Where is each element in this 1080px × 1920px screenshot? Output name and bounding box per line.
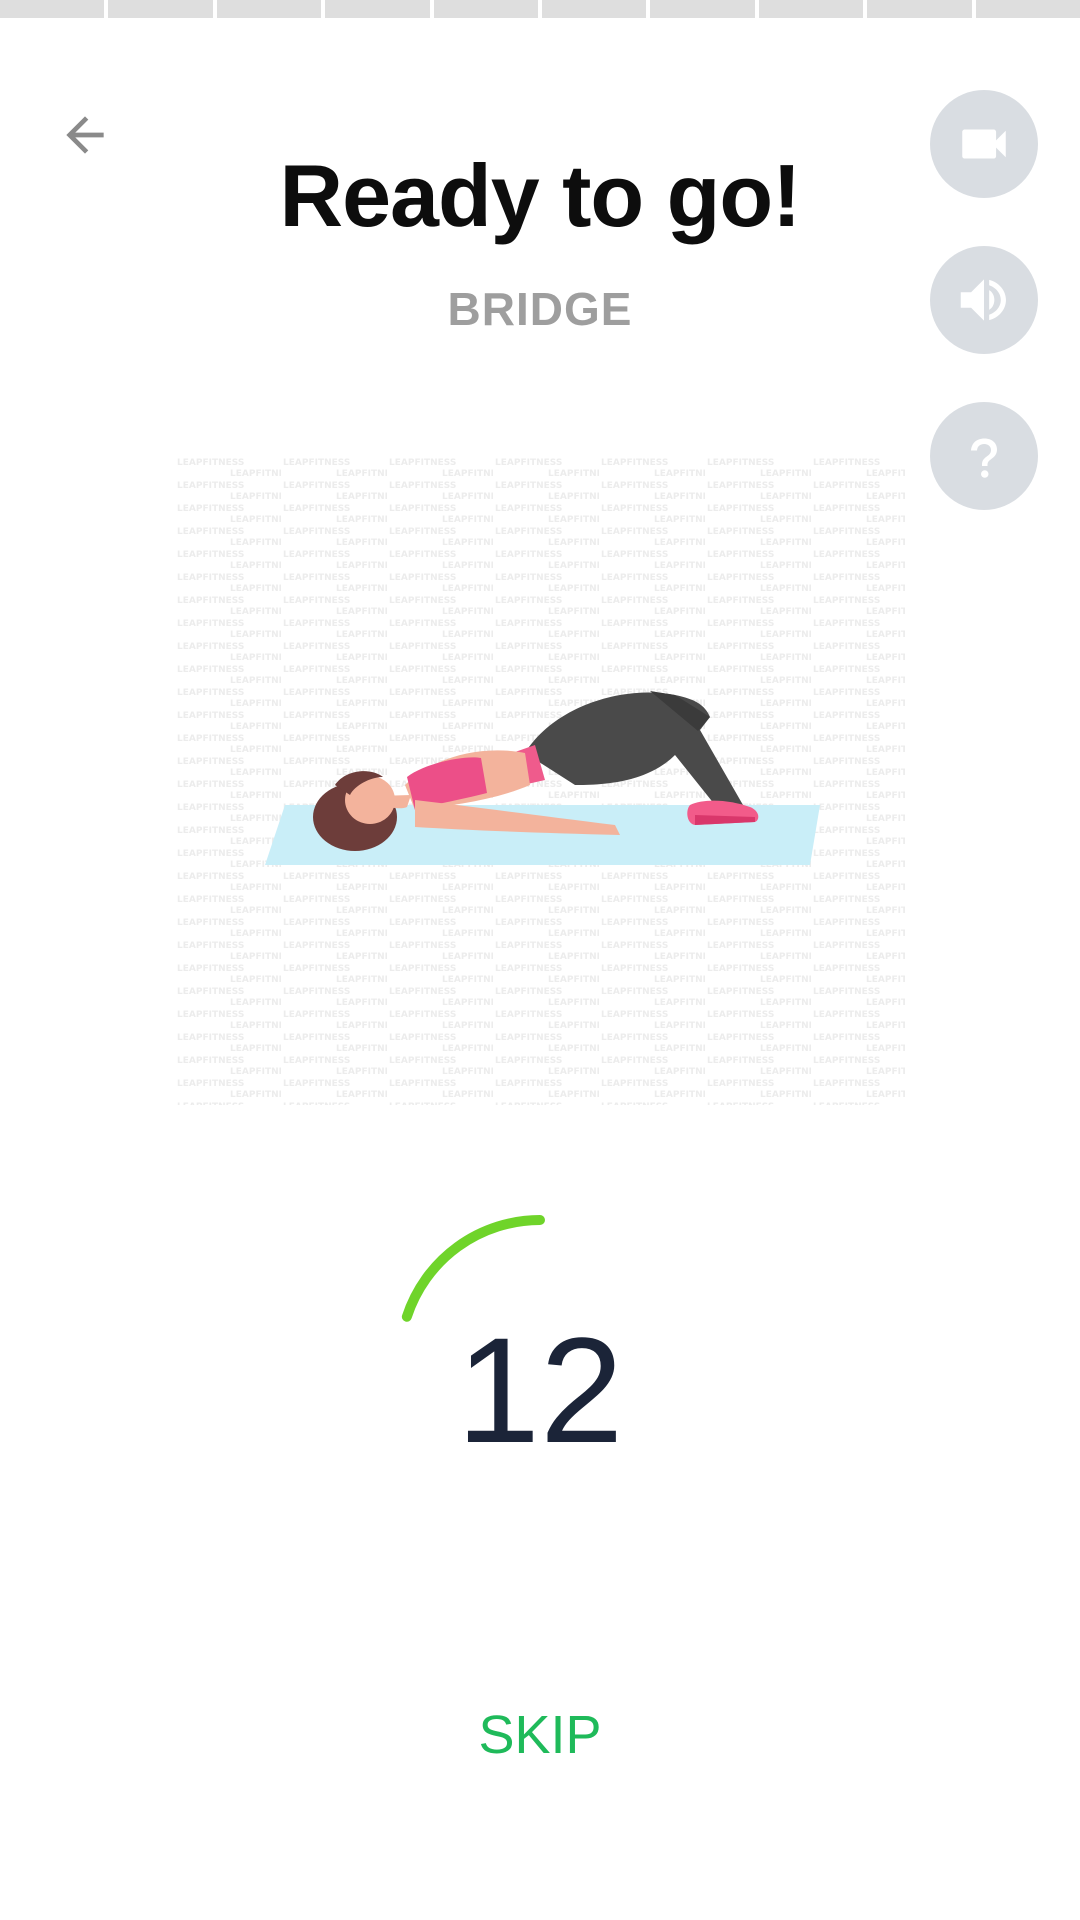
progress-segment [650, 0, 759, 18]
countdown-value: 12 [456, 1305, 624, 1474]
video-camera-icon [962, 129, 1006, 159]
progress-segment [542, 0, 651, 18]
countdown-timer: 12 [390, 1210, 690, 1510]
progress-segment [108, 0, 217, 18]
video-button[interactable] [930, 90, 1038, 198]
exercise-illustration: LEAPFITNESS LEAPFITNESS [175, 455, 905, 1105]
progress-segment [758, 0, 868, 18]
skip-button[interactable]: SKIP [440, 1700, 640, 1770]
progress-segment [867, 0, 976, 18]
page-title: Ready to go! [279, 146, 802, 245]
progress-segment [325, 0, 434, 18]
exercise-name: BRIDGE [447, 283, 633, 335]
speaker-icon [960, 279, 1006, 321]
sound-button[interactable] [930, 246, 1038, 354]
progress-segment [216, 0, 326, 18]
help-button[interactable] [930, 402, 1038, 510]
progress-segment [975, 0, 1080, 18]
progress-segment [433, 0, 543, 18]
progress-segment [0, 0, 109, 18]
question-mark-icon [971, 438, 997, 478]
workout-progress-bar [0, 0, 1080, 18]
exercise-ready-screen: Ready to go! BRIDGE LEAPFITNESS LEAPFITN… [0, 0, 1080, 1920]
